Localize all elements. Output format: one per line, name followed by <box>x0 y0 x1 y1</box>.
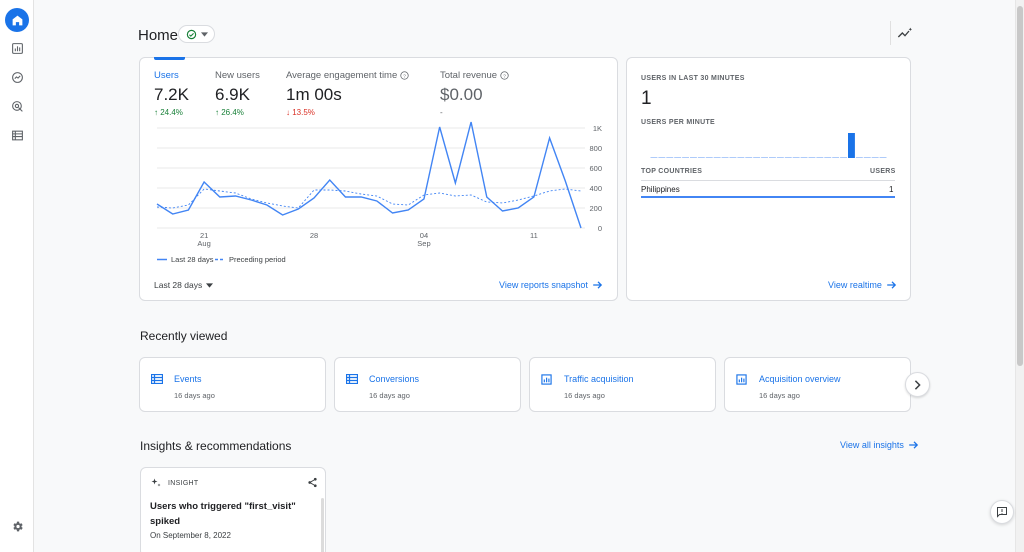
minute-bar-empty <box>879 157 887 158</box>
minute-bar-empty <box>721 157 729 158</box>
table-icon <box>151 374 163 384</box>
table-icon <box>346 374 358 384</box>
minute-bar-empty <box>705 157 713 158</box>
recent-item-events[interactable]: Events 16 days ago <box>139 357 326 412</box>
recent-item-conversions[interactable]: Conversions 16 days ago <box>334 357 521 412</box>
minute-bar-empty <box>682 157 689 158</box>
country-users: 1 <box>889 185 894 194</box>
minute-bar-empty <box>690 157 697 158</box>
insight-date: On September 8, 2022 <box>150 531 231 540</box>
minute-bar-empty <box>650 157 658 158</box>
insight-title: Users who triggered "first_visit" spiked <box>150 501 296 527</box>
minute-bar-empty <box>761 157 768 158</box>
recent-item-time: 16 days ago <box>369 391 410 400</box>
minute-bar-empty <box>808 157 816 158</box>
minute-bar-empty <box>713 157 721 158</box>
arrow-right-icon <box>887 281 896 289</box>
bar-chart-icon <box>541 374 552 385</box>
minute-bar-empty <box>658 157 666 158</box>
insight-card[interactable]: INSIGHT Users who triggered "first_visit… <box>140 467 326 552</box>
feedback-icon <box>997 507 1007 518</box>
minute-bar-empty <box>674 157 682 158</box>
minute-bar-empty <box>737 157 745 158</box>
users-column-label: USERS <box>870 168 896 175</box>
minute-bar-empty <box>697 157 705 158</box>
recent-item-traffic-acquisition[interactable]: Traffic acquisition 16 days ago <box>529 357 716 412</box>
sparkle-icon <box>151 478 161 487</box>
view-all-insights-link[interactable]: View all insights <box>840 440 919 450</box>
recent-item-time: 16 days ago <box>759 391 800 400</box>
minute-bar-empty <box>871 157 879 158</box>
bar-chart-icon <box>736 374 747 385</box>
minute-bar-empty <box>824 157 832 158</box>
minute-bar-empty <box>863 157 871 158</box>
minute-bar-empty <box>753 157 761 158</box>
minute-bar-empty <box>784 157 792 158</box>
recent-item-time: 16 days ago <box>564 391 605 400</box>
insight-badge: INSIGHT <box>150 477 199 489</box>
recent-item-title: Acquisition overview <box>759 374 841 384</box>
minute-bar-empty <box>855 157 863 158</box>
chevron-right-icon <box>914 379 921 390</box>
recently-viewed-title: Recently viewed <box>140 329 228 343</box>
minute-bar-empty <box>745 157 753 158</box>
recent-item-title: Conversions <box>369 374 420 384</box>
minute-bar-empty <box>729 157 737 158</box>
table-divider <box>641 180 895 181</box>
next-carousel-button[interactable] <box>905 372 930 397</box>
country-share-bar <box>641 196 895 198</box>
view-realtime-link[interactable]: View realtime <box>828 280 897 290</box>
minute-bar-empty <box>800 157 808 158</box>
minute-bar-empty <box>792 157 800 158</box>
insights-title: Insights & recommendations <box>140 439 292 453</box>
recent-item-title: Traffic acquisition <box>564 374 634 384</box>
recent-item-title: Events <box>174 374 202 384</box>
minute-bar-empty <box>666 157 674 158</box>
recent-item-time: 16 days ago <box>174 391 215 400</box>
minute-bar-empty <box>776 157 784 158</box>
insight-scrollbar[interactable] <box>321 498 324 552</box>
feedback-button[interactable] <box>990 500 1014 524</box>
recent-item-acquisition-overview[interactable]: Acquisition overview 16 days ago <box>724 357 911 412</box>
arrow-right-icon <box>909 441 918 449</box>
minute-bar-empty <box>840 157 847 158</box>
minute-bar-empty <box>832 157 840 158</box>
country-name: Philippines <box>641 185 680 194</box>
minute-bar-empty <box>769 157 776 158</box>
top-countries-label: TOP COUNTRIES <box>641 168 703 175</box>
minute-bar-empty <box>816 157 824 158</box>
minute-bar[interactable] <box>848 133 855 158</box>
share-icon[interactable] <box>307 477 318 488</box>
